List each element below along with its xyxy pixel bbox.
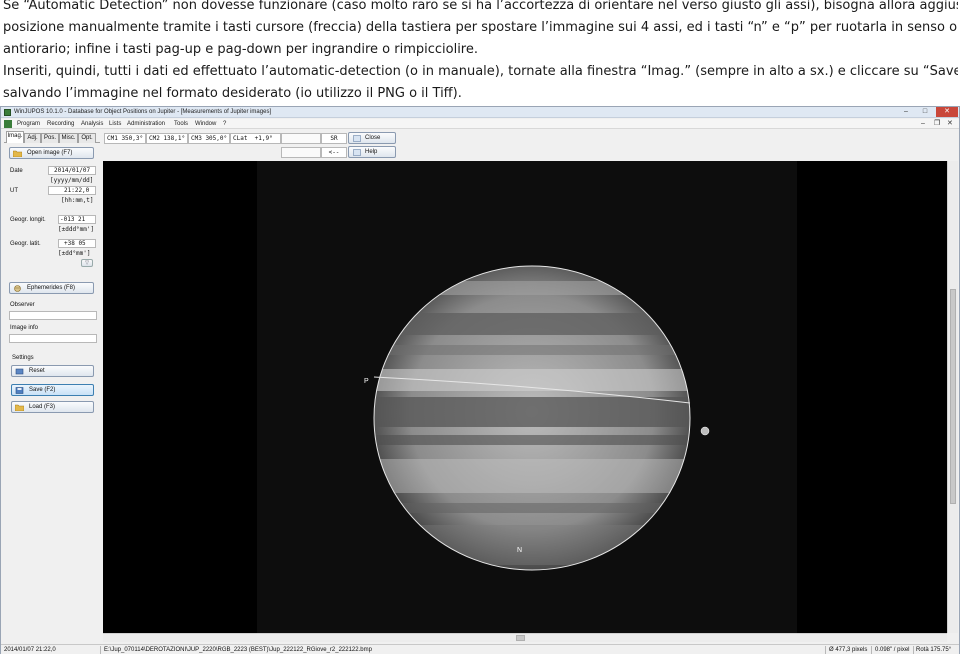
date-format: [yyyy/mm/dd]	[50, 177, 94, 184]
clat-readout: CLat +1,9°	[230, 133, 281, 144]
longitude-label: Geogr. longit.	[10, 217, 46, 223]
mdi-restore-icon[interactable]: ❐	[934, 119, 940, 129]
horizontal-scrollbar[interactable]	[103, 633, 947, 642]
folder-icon	[15, 404, 24, 411]
date-label: Date	[10, 168, 23, 174]
menu-analysis[interactable]: Analysis	[81, 119, 103, 129]
tab-adj[interactable]: Adj.	[24, 133, 41, 143]
close-image-button[interactable]: Close	[348, 132, 396, 144]
image-info-field[interactable]	[9, 334, 97, 343]
cm1-readout: CM1 350,3°	[104, 133, 146, 144]
vertical-scrollbar[interactable]	[947, 161, 958, 633]
sr-readout: SR	[321, 133, 347, 144]
latitude-value: +38 05	[64, 240, 86, 247]
close-label: Close	[365, 135, 381, 141]
tab-pos[interactable]: Pos.	[41, 133, 59, 143]
cm2-readout: CM2 138,1°	[146, 133, 188, 144]
minimize-button[interactable]: –	[897, 107, 915, 117]
maximize-button[interactable]: □	[916, 107, 934, 117]
ephemerides-label: Ephemerides (F8)	[27, 285, 76, 291]
reset-icon	[15, 368, 24, 375]
menu-recording[interactable]: Recording	[47, 119, 74, 129]
mdi-close-icon[interactable]: ✕	[947, 119, 953, 129]
menu-help[interactable]: ?	[223, 119, 226, 129]
menu-lists[interactable]: Lists	[109, 119, 121, 129]
settings-label: Settings	[12, 355, 34, 361]
ut-format: [hh:mm,t]	[61, 197, 94, 204]
status-diameter: Ø 477,3 pixels	[829, 647, 868, 653]
open-image-button[interactable]: Open image (F7)	[9, 147, 94, 159]
folder-icon	[13, 150, 22, 157]
help-button[interactable]: Help	[348, 146, 396, 158]
ut-value: 21:22,0	[64, 187, 90, 194]
menu-tools[interactable]: Tools	[174, 119, 188, 129]
back-arrow-button[interactable]: <--	[321, 147, 347, 158]
left-panel: Imag. Adj. Pos. Misc. Opt. Open image (F…	[4, 131, 100, 643]
ut-label: UT	[10, 188, 18, 194]
status-scale: 0.098" / pixel	[875, 647, 910, 653]
empty-readout-2	[281, 147, 321, 158]
planet-icon	[14, 285, 21, 292]
instruction-line-3: antiorario; infine i tasti pag-up e pag-…	[3, 42, 478, 57]
save-icon	[15, 387, 24, 394]
vertical-scroll-thumb[interactable]	[950, 289, 956, 504]
reset-button[interactable]: Reset	[11, 365, 94, 377]
observer-field[interactable]	[9, 311, 97, 320]
status-path: E:\Jup_070114\DEROTAZIONI\JUP_2220\RGB_2…	[104, 647, 372, 653]
instruction-line-2: posizione manualmente tramite i tasti cu…	[3, 20, 958, 35]
jupiter-image: P N	[257, 161, 797, 633]
status-bar: 2014/01/07 21:22,0 E:\Jup_070114\DEROTAZ…	[1, 644, 959, 654]
instruction-line-5: salvando l’immagine nel formato desidera…	[3, 86, 462, 101]
image-info-label: Image info	[10, 325, 39, 331]
horizontal-scroll-thumb[interactable]	[516, 635, 525, 641]
status-datetime: 2014/01/07 21:22,0	[4, 647, 56, 653]
open-image-label: Open image (F7)	[27, 150, 73, 156]
app-icon	[4, 109, 11, 116]
save-label: Save (F2)	[29, 387, 56, 393]
title-bar[interactable]: WinJUPOS 10.1.0 - Database for Object Po…	[1, 107, 959, 118]
cm3-readout: CM3 305,0°	[188, 133, 230, 144]
close-window-button[interactable]: ✕	[936, 107, 958, 117]
tab-imag[interactable]: Imag.	[6, 131, 24, 143]
pole-label-p: P	[364, 378, 369, 385]
app-window: WinJUPOS 10.1.0 - Database for Object Po…	[0, 106, 960, 654]
load-button[interactable]: Load (F3)	[11, 401, 94, 413]
tab-strip: Imag. Adj. Pos. Misc. Opt.	[4, 131, 100, 143]
status-divider	[825, 646, 826, 654]
ephemerides-button[interactable]: Ephemerides (F8)	[9, 282, 94, 294]
moon-dot	[700, 426, 710, 436]
window-title: WinJUPOS 10.1.0 - Database for Object Po…	[14, 109, 272, 115]
pole-label-n: N	[517, 547, 522, 554]
longitude-value: -013 21	[60, 216, 86, 223]
instruction-line-4: Inseriti, quindi, tutti i dati ed effett…	[3, 64, 958, 79]
save-button[interactable]: Save (F2)	[11, 384, 94, 396]
menu-program[interactable]: Program	[17, 119, 40, 129]
observer-label: Observer	[10, 302, 35, 308]
location-dropdown-button[interactable]: ▽	[81, 259, 93, 267]
date-value: 2014/01/07	[54, 167, 91, 174]
empty-readout	[281, 133, 321, 144]
menu-bar: Program Recording Analysis Lists Adminis…	[1, 119, 959, 129]
help-icon	[353, 149, 361, 156]
status-divider	[913, 646, 914, 654]
menu-administration[interactable]: Administration	[127, 119, 165, 129]
menu-window[interactable]: Window	[195, 119, 216, 129]
image-view[interactable]: P N	[103, 161, 947, 633]
latitude-format: [±dd°mm']	[58, 250, 91, 257]
status-divider	[100, 646, 101, 654]
status-rotation: Rotà 175.75°	[916, 647, 952, 653]
longitude-format: [±ddd°mm']	[58, 226, 95, 233]
reset-label: Reset	[29, 368, 45, 374]
close-icon	[353, 135, 361, 142]
mdi-minimize-icon[interactable]: –	[921, 119, 925, 129]
instruction-line-1: Se “Automatic Detection” non dovesse fun…	[3, 0, 958, 13]
load-label: Load (F3)	[29, 404, 56, 410]
latitude-label: Geogr. latit.	[10, 241, 41, 247]
tab-opt[interactable]: Opt.	[78, 133, 96, 143]
tab-misc[interactable]: Misc.	[59, 133, 78, 143]
status-divider	[871, 646, 872, 654]
help-label: Help	[365, 149, 378, 155]
mdi-child-icon[interactable]	[4, 120, 12, 128]
